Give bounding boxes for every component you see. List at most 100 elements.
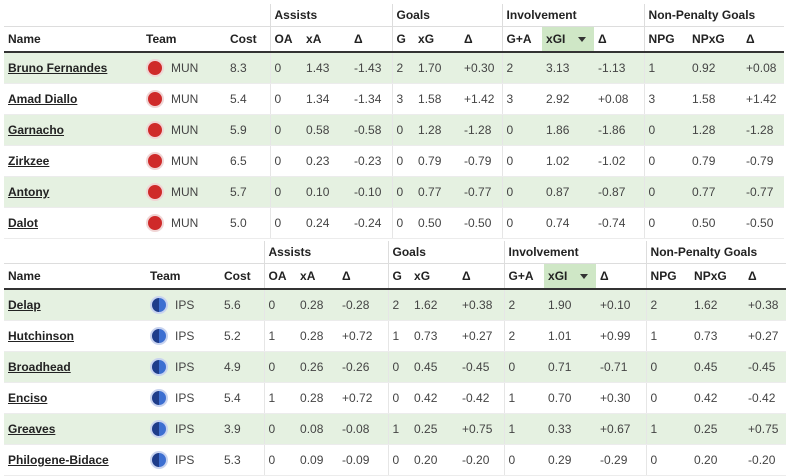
- player-name-cell: Broadhead: [4, 351, 146, 383]
- player-name-link[interactable]: Enciso: [8, 391, 47, 405]
- npg-cell: 2: [645, 289, 691, 321]
- xgi-cell: 0.71: [544, 351, 597, 383]
- col-cost[interactable]: Cost: [226, 26, 271, 53]
- oa-cell: 0: [263, 444, 297, 476]
- npxg-cell: 0.42: [690, 382, 745, 414]
- npxg-cell: 1.58: [688, 83, 743, 115]
- col-g[interactable]: G: [387, 263, 411, 290]
- npxg-cell: 0.45: [690, 351, 745, 383]
- col-xgi-label: xGI: [548, 269, 568, 283]
- col-oa[interactable]: OA: [263, 263, 297, 290]
- col-assists-delta[interactable]: Δ: [350, 26, 393, 53]
- col-npg[interactable]: NPG: [643, 26, 689, 53]
- goals-delta-cell: -0.42: [458, 382, 505, 414]
- npg-cell: 0: [643, 145, 689, 177]
- col-xg[interactable]: xG: [414, 26, 461, 53]
- involvement-delta-cell: +0.08: [594, 83, 645, 115]
- col-npg-delta[interactable]: Δ: [742, 26, 785, 53]
- npg-cell: 0: [645, 382, 691, 414]
- club-crest-icon: [146, 183, 164, 201]
- team-cell: MUN: [142, 114, 226, 146]
- col-cost[interactable]: Cost: [220, 263, 265, 290]
- player-name-link[interactable]: Antony: [8, 185, 49, 199]
- oa-cell: 0: [269, 52, 303, 84]
- club-crest-icon: [150, 389, 168, 407]
- col-xg[interactable]: xG: [410, 263, 459, 290]
- col-goals-delta[interactable]: Δ: [458, 263, 505, 290]
- team-abbr: MUN: [171, 185, 199, 199]
- col-xa[interactable]: xA: [296, 263, 339, 290]
- col-ga[interactable]: G+A: [503, 263, 545, 290]
- npg-delta-cell: -0.42: [744, 382, 787, 414]
- club-crest-icon: [146, 152, 164, 170]
- oa-cell: 0: [263, 351, 297, 383]
- col-npg[interactable]: NPG: [645, 263, 691, 290]
- group-assists: Assists: [263, 241, 389, 264]
- xa-cell: 0.28: [296, 289, 339, 321]
- table-row: Greaves IPS 3.9 0 0.08 -0.08 1 0.25 +0.75 1 0.33 +0…: [4, 413, 787, 445]
- player-name-link[interactable]: Bruno Fernandes: [8, 61, 107, 75]
- team-cell: MUN: [142, 176, 226, 208]
- xgi-cell: 3.13: [542, 52, 595, 84]
- player-name-cell: Greaves: [4, 413, 146, 445]
- player-name-link[interactable]: Garnacho: [8, 123, 64, 137]
- player-name-link[interactable]: Hutchinson: [8, 329, 74, 343]
- npg-delta-cell: -0.45: [744, 351, 787, 383]
- npxg-cell: 0.77: [688, 176, 743, 208]
- table-row: Hutchinson IPS 5.2 1 0.28 +0.72 1 0.73 +0.27 2 1.0…: [4, 320, 787, 352]
- goals-delta-cell: +1.42: [460, 83, 503, 115]
- col-involvement-delta[interactable]: Δ: [594, 26, 645, 53]
- col-ga[interactable]: G+A: [501, 26, 543, 53]
- club-crest-icon: [150, 451, 168, 469]
- npg-cell: 0: [643, 207, 689, 239]
- player-name-link[interactable]: Greaves: [8, 422, 55, 436]
- col-team[interactable]: Team: [142, 26, 226, 53]
- col-npg-delta[interactable]: Δ: [744, 263, 787, 290]
- player-name-link[interactable]: Zirkzee: [8, 154, 49, 168]
- group-assists: Assists: [269, 4, 393, 27]
- col-name[interactable]: Name: [4, 263, 146, 290]
- col-npxg[interactable]: NPxG: [688, 26, 743, 53]
- col-team[interactable]: Team: [146, 263, 220, 290]
- col-xa[interactable]: xA: [302, 26, 351, 53]
- column-header-row: Name Team Cost OA xA Δ G xG Δ G+A xGI Δ …: [4, 26, 785, 53]
- player-name-link[interactable]: Amad Diallo: [8, 92, 77, 106]
- npg-delta-cell: +0.38: [744, 289, 787, 321]
- involvement-delta-cell: -0.87: [594, 176, 645, 208]
- club-crest-icon: [150, 296, 168, 314]
- ga-cell: 0: [501, 145, 543, 177]
- col-involvement-delta[interactable]: Δ: [596, 263, 647, 290]
- goals-delta-cell: +0.75: [458, 413, 505, 445]
- goals-cell: 0: [387, 444, 411, 476]
- player-name-link[interactable]: Broadhead: [8, 360, 71, 374]
- col-xgi-sorted[interactable]: xGI: [542, 26, 595, 53]
- npg-delta-cell: -0.79: [742, 145, 785, 177]
- npg-delta-cell: +0.75: [744, 413, 787, 445]
- involvement-delta-cell: -0.71: [596, 351, 647, 383]
- col-name[interactable]: Name: [4, 26, 142, 53]
- xgi-cell: 0.70: [544, 382, 597, 414]
- xgi-cell: 0.33: [544, 413, 597, 445]
- player-name-link[interactable]: Philogene-Bidace: [8, 453, 109, 467]
- col-oa[interactable]: OA: [269, 26, 303, 53]
- team-abbr: MUN: [171, 92, 199, 106]
- team-cell: MUN: [142, 145, 226, 177]
- caret-down-icon: [578, 36, 587, 42]
- xgi-cell: 2.92: [542, 83, 595, 115]
- xg-cell: 1.62: [410, 289, 459, 321]
- player-name-link[interactable]: Delap: [8, 298, 41, 312]
- ga-cell: 2: [503, 320, 545, 352]
- player-name-link[interactable]: Dalot: [8, 216, 38, 230]
- col-g[interactable]: G: [391, 26, 415, 53]
- player-name-cell: Bruno Fernandes: [4, 52, 142, 84]
- col-goals-delta[interactable]: Δ: [460, 26, 503, 53]
- col-assists-delta[interactable]: Δ: [338, 263, 389, 290]
- xg-cell: 1.70: [414, 52, 461, 84]
- mun-player-stats-table: Assists Goals Involvement Non-Penalty Go…: [4, 4, 785, 239]
- npxg-cell: 1.62: [690, 289, 745, 321]
- assists-delta-cell: +0.72: [338, 382, 389, 414]
- table-row: Enciso IPS 5.4 1 0.28 +0.72 0 0.42 -0.42 1 0.70 +0.…: [4, 382, 787, 414]
- col-npxg[interactable]: NPxG: [690, 263, 745, 290]
- col-xgi-sorted[interactable]: xGI: [544, 263, 597, 290]
- ga-cell: 0: [501, 114, 543, 146]
